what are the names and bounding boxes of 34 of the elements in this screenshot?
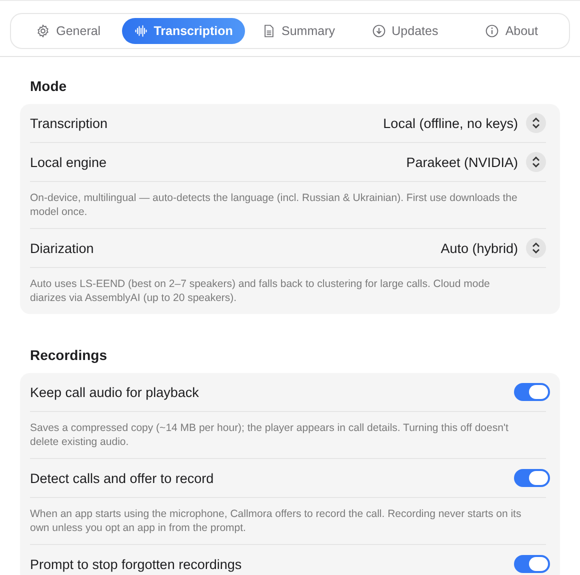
setting-label: Local engine [30,154,107,170]
setting-label: Transcription [30,116,108,130]
tab[interactable]: Updates [360,18,450,44]
setting-label: Detect calls and offer to record [30,470,214,486]
info-icon [485,24,500,38]
tab[interactable]: About [473,18,550,44]
setting-description: Saves a compressed copy (~14 MB per hour); the player appears in call details. Turning this off doesn't delete existing audio. [30,411,546,458]
selected-value[interactable]: Parakeet (NVIDIA) [406,154,518,170]
tab[interactable]: Transcription [122,18,245,44]
stepper-button[interactable] [526,113,546,133]
setting-description: When an app starts using the microphone, Callmora offers to record the call. Recording never starts on its own unless you opt an app in from the prompt. [30,497,546,544]
stepper-button[interactable] [526,238,546,258]
setting-label: Keep call audio for playback [30,384,199,400]
selected-value[interactable]: Local (offline, no keys) [383,116,518,130]
waveform-icon [134,24,148,38]
setting-description: Auto uses LS-EEND (best on 2–7 speakers) and falls back to clustering for large calls. Cloud mode diarizes via AssemblyAI (up to 20 speakers). [30,267,546,314]
section-heading: Recordings [30,347,108,363]
setting-label: Diarization [30,240,94,256]
chevrons-icon [531,242,541,254]
toggle-switch[interactable] [514,383,550,401]
chevrons-icon [531,117,541,129]
toggle-switch[interactable] [514,469,550,487]
settings-icon [36,24,50,38]
setting-label: Prompt to stop forgotten recordings [30,556,242,572]
selected-value[interactable]: Auto (hybrid) [440,240,518,256]
setting-description: On-device, multilingual — auto-detects the language (incl. Russian & Ukrainian). First use downloads the model once. [30,181,546,228]
stepper-button[interactable] [526,152,546,172]
download-icon [372,24,386,38]
toggle-switch[interactable] [514,555,550,573]
chevrons-icon [531,156,541,168]
document-icon [262,24,276,38]
tab[interactable]: General [24,18,113,44]
section-heading: Mode [30,78,68,94]
tab[interactable]: Summary [250,18,347,44]
